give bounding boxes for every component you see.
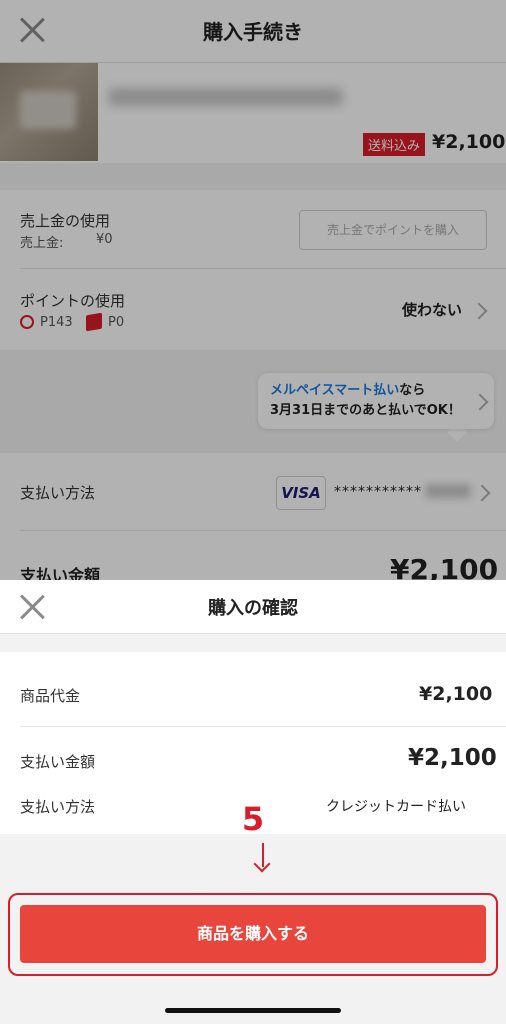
payment-amount-value: ¥2,100: [408, 745, 497, 771]
item-price-value: ¥2,100: [419, 683, 493, 705]
sheet-header: 購入の確認: [0, 580, 506, 634]
divider: [20, 726, 506, 727]
dim-overlay[interactable]: [0, 0, 506, 580]
item-price-label: 商品代金: [20, 687, 81, 705]
home-indicator[interactable]: [165, 1008, 341, 1013]
purchase-item-button[interactable]: 商品を購入する: [20, 905, 486, 963]
sheet-title: 購入の確認: [208, 598, 298, 619]
step-number-annotation: 5: [241, 800, 265, 838]
payment-amount-label: 支払い金額: [20, 753, 96, 771]
